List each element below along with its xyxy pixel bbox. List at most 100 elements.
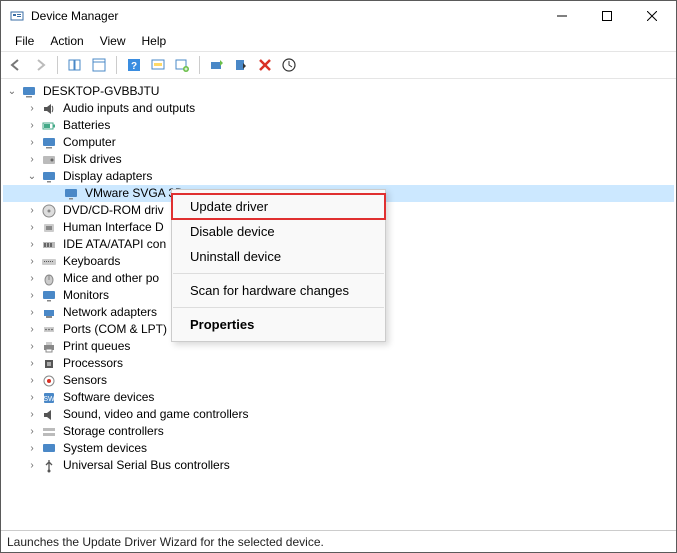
tree-item-batteries[interactable]: › Batteries <box>3 117 674 134</box>
scan-hardware-button[interactable] <box>147 54 169 76</box>
tree-item-label: Audio inputs and outputs <box>61 100 197 117</box>
tree-item-label: Monitors <box>61 287 111 304</box>
disk-icon <box>41 152 57 168</box>
tree-item-system[interactable]: › System devices <box>3 440 674 457</box>
tree-item-audio[interactable]: › Audio inputs and outputs <box>3 100 674 117</box>
expand-icon[interactable]: › <box>25 423 39 440</box>
context-menu-scan-hardware[interactable]: Scan for hardware changes <box>172 278 385 303</box>
menu-view[interactable]: View <box>92 32 134 50</box>
expand-icon[interactable]: › <box>25 355 39 372</box>
app-icon <box>9 8 25 24</box>
tree-item-processors[interactable]: › Processors <box>3 355 674 372</box>
tree-item-label: Universal Serial Bus controllers <box>61 457 232 474</box>
close-button[interactable] <box>629 2 674 30</box>
expand-icon[interactable]: › <box>25 151 39 168</box>
expand-icon[interactable]: › <box>25 457 39 474</box>
dvd-icon <box>41 203 57 219</box>
tree-item-sound[interactable]: › Sound, video and game controllers <box>3 406 674 423</box>
computer-category-icon <box>41 135 57 151</box>
titlebar: Device Manager <box>1 1 676 31</box>
menu-file[interactable]: File <box>7 32 42 50</box>
tree-item-sensors[interactable]: ›Sensors <box>3 372 674 389</box>
sound-icon <box>41 407 57 423</box>
expand-icon[interactable]: › <box>25 100 39 117</box>
statusbar: Launches the Update Driver Wizard for th… <box>1 530 676 552</box>
minimize-button[interactable] <box>539 2 584 30</box>
menu-action[interactable]: Action <box>42 32 91 50</box>
sensor-icon <box>41 373 57 389</box>
tree-item-label: Sound, video and game controllers <box>61 406 250 423</box>
context-menu-properties[interactable]: Properties <box>172 312 385 337</box>
expand-icon[interactable]: › <box>25 338 39 355</box>
tree-item-label: Disk drives <box>61 151 124 168</box>
maximize-button[interactable] <box>584 2 629 30</box>
device-tree[interactable]: ⌄ DESKTOP-GVBBJTU › Audio inputs and outp… <box>1 79 676 530</box>
help-button[interactable]: ? <box>123 54 145 76</box>
expand-icon[interactable]: › <box>25 304 39 321</box>
scan-changes-toolbar-button[interactable] <box>278 54 300 76</box>
expand-icon[interactable]: › <box>25 117 39 134</box>
tree-root-label: DESKTOP-GVBBJTU <box>41 83 161 100</box>
context-menu-uninstall-device[interactable]: Uninstall device <box>172 244 385 269</box>
expand-icon[interactable]: › <box>25 321 39 338</box>
monitor-icon <box>41 288 57 304</box>
audio-icon <box>41 101 57 117</box>
collapse-icon[interactable]: ⌄ <box>25 168 39 185</box>
tree-item-software[interactable]: › SW Software devices <box>3 389 674 406</box>
display-adapter-icon <box>63 186 79 202</box>
ide-icon <box>41 237 57 253</box>
properties-toolbar-button[interactable] <box>88 54 110 76</box>
disable-device-toolbar-button[interactable] <box>230 54 252 76</box>
expand-icon[interactable]: › <box>25 406 39 423</box>
svg-text:?: ? <box>131 61 137 72</box>
status-text: Launches the Update Driver Wizard for th… <box>7 535 324 549</box>
context-menu-disable-device[interactable]: Disable device <box>172 219 385 244</box>
tree-item-label: Human Interface D <box>61 219 166 236</box>
tree-item-label: Mice and other po <box>61 270 161 287</box>
tree-item-disk[interactable]: › Disk drives <box>3 151 674 168</box>
system-icon <box>41 441 57 457</box>
show-hide-console-button[interactable] <box>64 54 86 76</box>
expand-icon[interactable]: › <box>25 253 39 270</box>
software-icon: SW <box>41 390 57 406</box>
tree-item-label: Software devices <box>61 389 156 406</box>
usb-icon <box>41 458 57 474</box>
forward-button[interactable] <box>29 54 51 76</box>
tree-item-computer[interactable]: ›Computer <box>3 134 674 151</box>
hid-icon <box>41 220 57 236</box>
expand-icon[interactable]: › <box>25 440 39 457</box>
tree-item-usb[interactable]: › Universal Serial Bus controllers <box>3 457 674 474</box>
tree-item-label: IDE ATA/ATAPI con <box>61 236 168 253</box>
tree-item-label: Network adapters <box>61 304 159 321</box>
expand-icon[interactable]: › <box>25 202 39 219</box>
expand-icon[interactable]: › <box>25 270 39 287</box>
tree-item-display[interactable]: ⌄Display adapters <box>3 168 674 185</box>
printer-icon <box>41 339 57 355</box>
expand-icon[interactable]: › <box>25 236 39 253</box>
collapse-icon[interactable]: ⌄ <box>5 83 19 100</box>
expand-icon[interactable]: › <box>25 134 39 151</box>
tree-item-storage[interactable]: ›Storage controllers <box>3 423 674 440</box>
expand-icon[interactable]: › <box>25 287 39 304</box>
context-menu-update-driver[interactable]: Update driver <box>172 194 385 219</box>
tree-root[interactable]: ⌄ DESKTOP-GVBBJTU <box>3 83 674 100</box>
tree-item-label: DVD/CD-ROM driv <box>61 202 166 219</box>
expand-icon[interactable]: › <box>25 219 39 236</box>
context-menu-separator <box>173 273 384 274</box>
svg-text:SW: SW <box>43 396 55 403</box>
back-button[interactable] <box>5 54 27 76</box>
tree-item-label: Processors <box>61 355 125 372</box>
tree-item-label: System devices <box>61 440 149 457</box>
add-legacy-hardware-button[interactable] <box>171 54 193 76</box>
expand-icon[interactable]: › <box>25 372 39 389</box>
tree-item-label: Print queues <box>61 338 132 355</box>
display-icon <box>41 169 57 185</box>
keyboard-icon <box>41 254 57 270</box>
menu-help[interactable]: Help <box>134 32 175 50</box>
update-driver-toolbar-button[interactable] <box>206 54 228 76</box>
uninstall-device-toolbar-button[interactable] <box>254 54 276 76</box>
expand-icon[interactable]: › <box>25 389 39 406</box>
toolbar-separator <box>199 56 200 74</box>
toolbar-separator <box>57 56 58 74</box>
tree-item-label: Batteries <box>61 117 112 134</box>
